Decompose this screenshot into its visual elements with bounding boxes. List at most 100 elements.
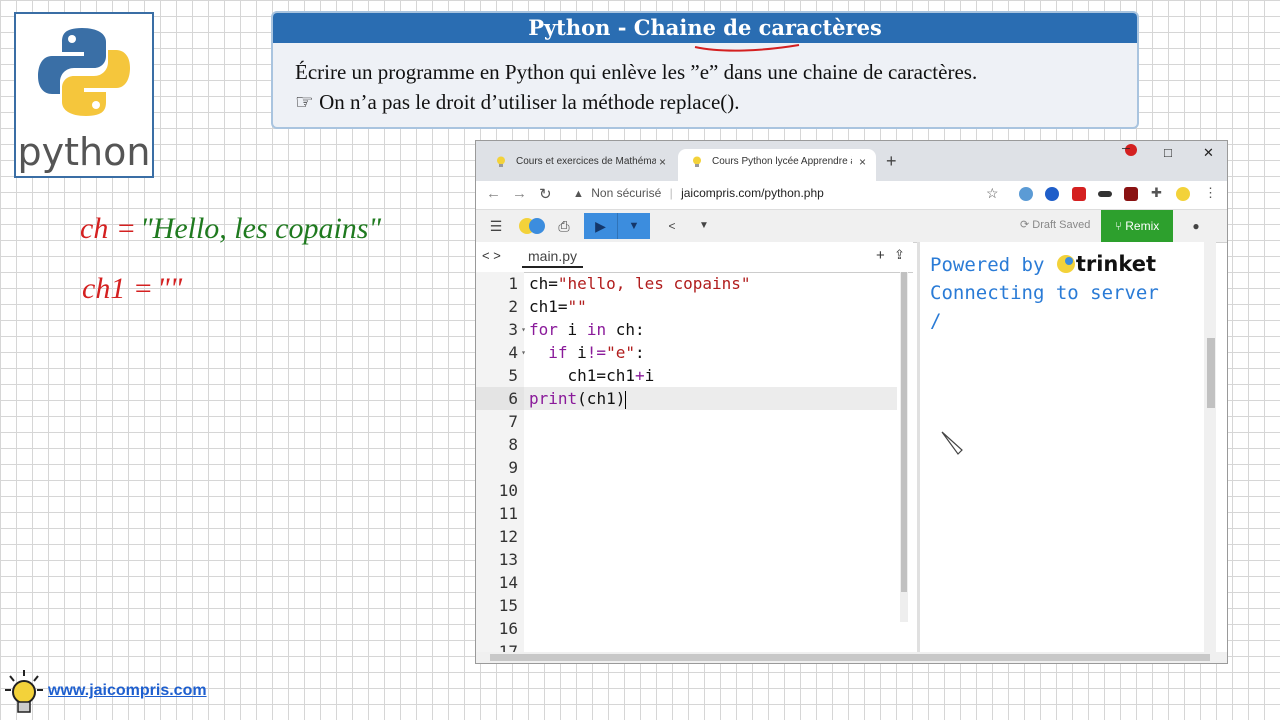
editor-scrollbar[interactable] — [900, 272, 908, 622]
code-area[interactable]: ch="hello, les copains" ch1="" for i in … — [524, 272, 897, 410]
handwritten-line-1: ch = "Hello, les copains" — [80, 212, 381, 246]
output-panel: Powered by trinket Connecting to server … — [917, 242, 1216, 654]
line-number: 3 ▾ — [508, 318, 526, 341]
fold-arrow-icon[interactable]: ▾ — [521, 318, 526, 341]
line-number: 2 — [508, 297, 518, 316]
tab-label: Cours et exercices de Mathémati — [516, 156, 656, 167]
exercise-box: Python - Chaine de caractères Écrire un … — [271, 11, 1139, 129]
maximize-button[interactable]: □ — [1164, 145, 1172, 160]
editor-header: < > main.py + ⇪ — [476, 242, 913, 273]
code-line[interactable]: ch1=ch1+i — [529, 364, 897, 387]
tab-cours-python[interactable]: Cours Python lycée Apprendre à × — [678, 149, 876, 181]
horizontal-scroll-thumb[interactable] — [490, 654, 1210, 661]
python-toggle-icon[interactable] — [518, 217, 546, 235]
fold-arrow-icon[interactable]: ▾ — [521, 341, 526, 364]
remix-icon: ⑂ — [1114, 219, 1122, 233]
tab-bar: Cours et exercices de Mathémati × Cours … — [476, 141, 1227, 181]
bulb-extension-icon[interactable] — [1176, 187, 1190, 201]
lightbulb-icon — [693, 156, 701, 167]
line-number: 15 — [498, 596, 518, 615]
upload-icon[interactable]: ⇪ — [894, 247, 905, 263]
line-number: 8 — [508, 435, 518, 454]
lightbulb-logo-icon — [5, 670, 43, 713]
handwritten-var-ch: ch = — [80, 212, 137, 245]
close-window-button[interactable]: ✕ — [1203, 145, 1214, 161]
output-scrollbar[interactable] — [1204, 242, 1216, 654]
info-extension-icon[interactable] — [1019, 187, 1033, 201]
line-number: 7 — [508, 412, 518, 431]
browser-window: Cours et exercices de Mathémati × Cours … — [475, 140, 1228, 664]
glasses-extension-icon[interactable] — [1098, 191, 1112, 197]
line-number: 10 — [498, 481, 518, 500]
pdf-extension-icon[interactable] — [1072, 187, 1086, 201]
powered-by-label: Powered by — [930, 254, 1045, 276]
handwritten-var-ch1: ch1 = — [82, 272, 154, 305]
add-file-icon[interactable]: + — [876, 247, 885, 264]
output-line-3: / — [930, 310, 942, 332]
blue-extension-icon[interactable] — [1045, 187, 1059, 201]
url-text: jaicompris.com/python.php — [681, 186, 824, 200]
trinket-brand: trinket — [1075, 252, 1157, 276]
python-logo-card: python — [14, 12, 154, 178]
editor-scroll-thumb[interactable] — [901, 272, 907, 592]
draft-saved-status: ⟳ Draft Saved — [1020, 219, 1091, 231]
warning-icon: ▲ — [573, 188, 584, 200]
horizontal-scrollbar[interactable] — [476, 652, 1227, 663]
new-tab-button[interactable]: + — [886, 151, 897, 172]
url-field[interactable]: ▲ Non sécurisé | jaicompris.com/python.p… — [573, 186, 824, 200]
line-number: 9 — [508, 458, 518, 477]
run-button[interactable]: ▶ — [584, 213, 617, 239]
text-cursor — [625, 390, 627, 409]
output-line-2: Connecting to server — [930, 282, 1159, 304]
line-number: 12 — [498, 527, 518, 546]
line-number: 1 — [508, 274, 518, 293]
address-bar: ← → ↻ ▲ Non sécurisé | jaicompris.com/py… — [476, 181, 1227, 210]
bookmark-star-icon[interactable]: ☆ — [986, 185, 999, 202]
pointing-hand-icon: ☞ — [295, 90, 314, 114]
share-icon[interactable]: < — [662, 213, 682, 239]
minimize-button[interactable]: ─ — [1122, 143, 1130, 155]
red-square-extension-icon[interactable] — [1124, 187, 1138, 201]
exercise-line-2-text: On n’a pas le droit d’utiliser la méthod… — [319, 90, 740, 114]
python-logo-word: python — [17, 130, 151, 174]
code-line[interactable]: if i!="e": — [529, 341, 897, 364]
line-number: 16 — [498, 619, 518, 638]
line-number: 6 — [476, 387, 524, 410]
output-text: Powered by trinket Connecting to server … — [930, 250, 1159, 335]
close-tab-icon[interactable]: × — [859, 149, 866, 175]
collapse-arrows-icon[interactable]: < > — [482, 248, 501, 263]
pen-cursor-icon — [941, 431, 963, 455]
more-dropdown-icon[interactable]: ▼ — [694, 213, 714, 239]
output-line-1: Powered by trinket — [930, 250, 1159, 279]
code-line-active[interactable]: print(ch1) — [524, 387, 897, 410]
output-scroll-thumb[interactable] — [1207, 338, 1215, 408]
reload-icon[interactable]: ↻ — [539, 185, 552, 203]
line-number: 11 — [498, 504, 518, 523]
user-icon[interactable]: ● — [1186, 213, 1206, 239]
code-line[interactable]: ch1="" — [529, 295, 897, 318]
code-line[interactable]: for i in ch: — [529, 318, 897, 341]
code-line[interactable]: ch="hello, les copains" — [529, 272, 897, 295]
remix-button[interactable]: ⑂ Remix — [1101, 210, 1173, 242]
handwritten-value-hello: "Hello, les copains" — [140, 212, 382, 245]
back-arrow-icon[interactable]: ← — [486, 185, 501, 202]
exercise-line-1: Écrire un programme en Python qui enlève… — [295, 60, 978, 84]
line-number: 13 — [498, 550, 518, 569]
handwritten-line-2: ch1 = "" — [82, 272, 182, 306]
line-number: 4 ▾ — [508, 341, 526, 364]
python-logo-icon — [38, 28, 130, 116]
red-underline-mark — [694, 44, 800, 52]
line-number: 5 — [508, 366, 518, 385]
run-options-dropdown[interactable]: ▼ — [617, 213, 650, 239]
tab-cours-maths[interactable]: Cours et exercices de Mathémati × — [482, 149, 676, 181]
close-tab-icon[interactable]: × — [659, 149, 666, 175]
menu-dots-icon[interactable]: ⋮ — [1204, 185, 1217, 201]
forward-arrow-icon[interactable]: → — [512, 185, 527, 202]
security-label: Non sécurisé — [591, 186, 662, 200]
hamburger-menu-icon[interactable]: ☰ — [486, 213, 506, 239]
printer-icon[interactable]: ⎙ — [554, 213, 574, 239]
file-tab-main[interactable]: main.py — [522, 248, 584, 268]
puzzle-icon[interactable]: ✚ — [1151, 185, 1162, 201]
exercise-body: Écrire un programme en Python qui enlève… — [273, 43, 1137, 117]
website-link[interactable]: www.jaicompris.com — [48, 682, 207, 700]
